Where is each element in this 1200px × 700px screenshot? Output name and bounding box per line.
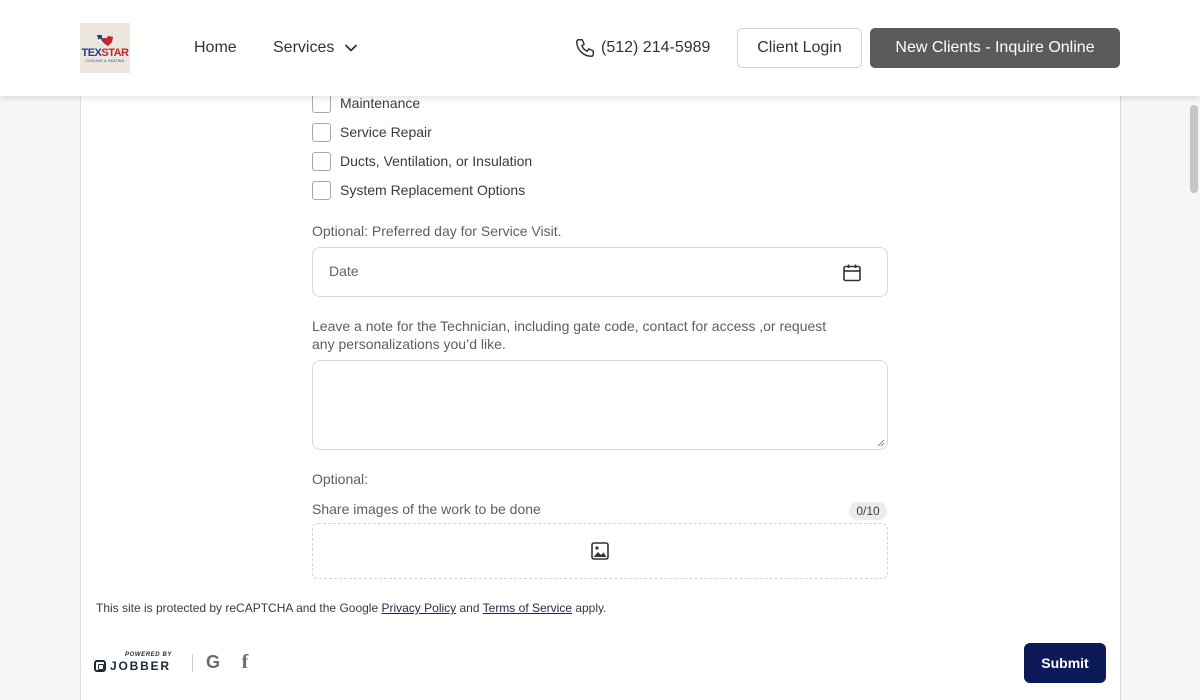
jobber-powered-by: POWERED BY xyxy=(125,652,173,658)
service-option-system-replacement[interactable]: System Replacement Options xyxy=(312,180,525,200)
checkbox[interactable] xyxy=(312,93,331,113)
brand-tagline: COOLING & HEATING xyxy=(85,58,125,63)
powered-by-jobber-logo[interactable]: POWERED BY JOBBER xyxy=(94,652,174,674)
texstar-logo[interactable]: TEXSTAR COOLING & HEATING xyxy=(80,23,130,73)
resize-grip-icon[interactable] xyxy=(877,439,885,447)
phone-link[interactable]: (512) 214-5989 xyxy=(574,36,710,60)
page-scrollbar-thumb[interactable] xyxy=(1190,105,1198,193)
checkbox-label: Maintenance xyxy=(340,95,421,111)
phone-icon xyxy=(576,39,594,57)
brand-name: TEXSTAR xyxy=(81,46,129,59)
image-icon xyxy=(591,542,609,560)
privacy-policy-link[interactable]: Privacy Policy xyxy=(381,601,456,615)
date-label: Optional: Preferred day for Service Visi… xyxy=(312,223,562,239)
footer-divider xyxy=(192,654,193,672)
optional-label: Optional: xyxy=(312,471,369,487)
checkbox[interactable] xyxy=(312,151,331,171)
client-login-button[interactable]: Client Login xyxy=(737,28,862,68)
site-header: TEXSTAR COOLING & HEATING Home Services … xyxy=(0,0,1200,96)
images-label: Share images of the work to be done xyxy=(312,501,541,517)
terms-of-service-link[interactable]: Terms of Service xyxy=(483,601,572,615)
submit-button[interactable]: Submit xyxy=(1024,643,1106,683)
checkbox-label: System Replacement Options xyxy=(340,182,526,198)
service-option-service-repair[interactable]: Service Repair xyxy=(312,122,432,142)
google-icon[interactable]: G xyxy=(204,652,222,672)
checkbox[interactable] xyxy=(312,122,331,142)
calendar-icon[interactable] xyxy=(842,263,862,283)
checkbox-label: Ducts, Ventilation, or Insulation xyxy=(340,153,533,169)
nav-services-dropdown[interactable]: Services xyxy=(273,38,358,58)
date-field[interactable] xyxy=(312,247,888,297)
chevron-down-icon xyxy=(345,44,358,52)
jobber-mark-icon xyxy=(94,660,106,672)
technician-note-textarea[interactable] xyxy=(312,360,888,450)
nav-services-label: Services xyxy=(273,39,335,56)
nav-home-link[interactable]: Home xyxy=(194,38,237,58)
date-input[interactable] xyxy=(329,263,809,279)
checkbox[interactable] xyxy=(312,180,331,200)
service-option-ducts[interactable]: Ducts, Ventilation, or Insulation xyxy=(312,151,532,171)
new-clients-inquire-button[interactable]: New Clients - Inquire Online xyxy=(870,28,1120,68)
note-label-line1: Leave a note for the Technician, includi… xyxy=(312,318,827,334)
recaptcha-notice: This site is protected by reCAPTCHA and … xyxy=(96,601,607,615)
image-upload-dropzone[interactable] xyxy=(312,523,888,579)
facebook-icon[interactable]: f xyxy=(236,651,254,673)
note-label-line2: any personalizations you’d like. xyxy=(312,336,506,352)
checkbox-label: Service Repair xyxy=(340,124,432,140)
image-count-badge: 0/10 xyxy=(849,502,887,520)
phone-number: (512) 214-5989 xyxy=(601,39,711,56)
jobber-wordmark: JOBBER xyxy=(110,659,171,673)
texas-flag-icon xyxy=(94,33,116,47)
service-option-maintenance[interactable]: Maintenance xyxy=(312,93,420,113)
